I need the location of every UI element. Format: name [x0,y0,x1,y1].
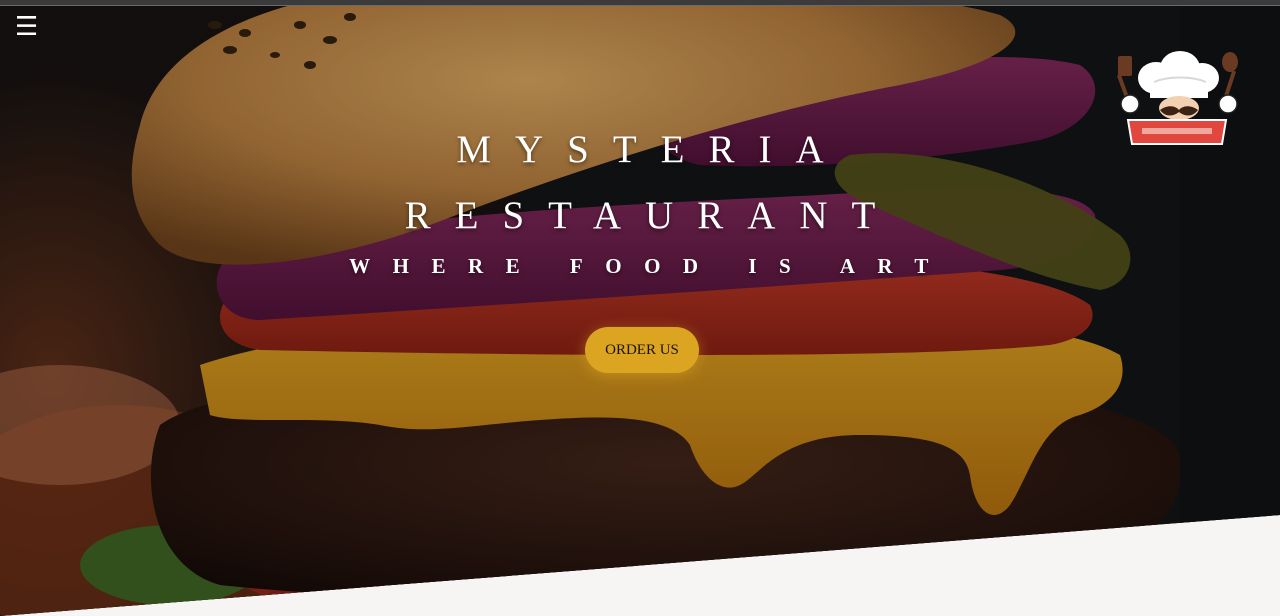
hamburger-menu-icon[interactable]: ☰ [15,14,41,40]
hero-title-line1: MYSTERIA [456,128,848,171]
hero-section [0,5,1280,616]
order-us-button[interactable]: ORDER US [585,327,699,373]
hero-title-block: MYSTERIA RESTAURANT WHERE FOOD IS ART [0,120,1280,279]
hero-title-line2: RESTAURANT [404,194,900,237]
hero-tagline: WHERE FOOD IS ART [349,254,951,278]
browser-top-strip [0,0,1280,6]
hero-dark-overlay [0,5,1280,616]
